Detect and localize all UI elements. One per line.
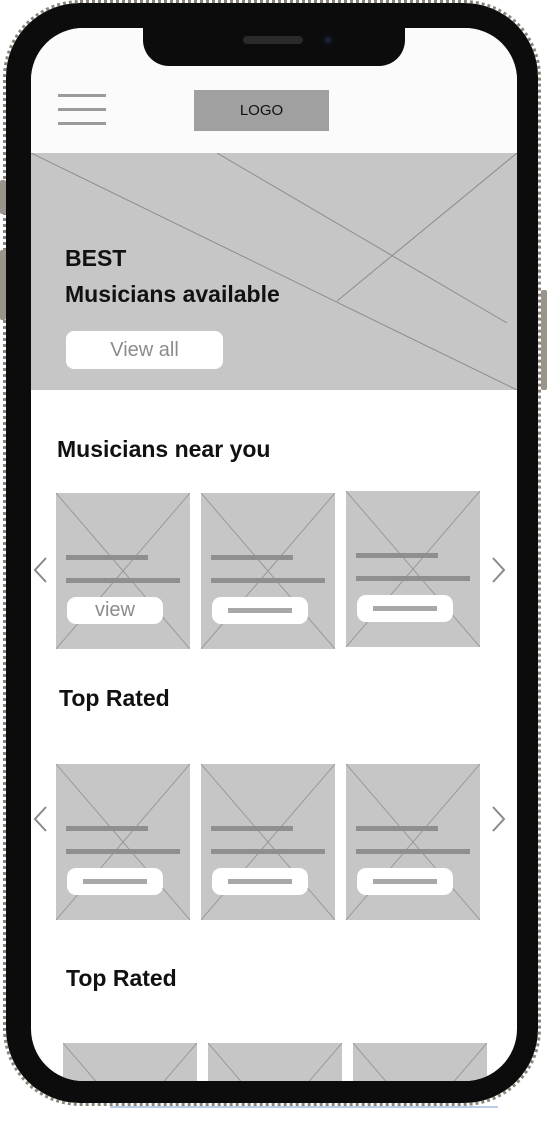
home-indicator — [110, 1106, 498, 1108]
image-placeholder-icon — [346, 764, 480, 920]
musician-card[interactable] — [201, 493, 335, 649]
image-placeholder-icon — [56, 764, 190, 920]
musician-card[interactable] — [201, 764, 335, 920]
view-button-label: view — [94, 599, 135, 621]
view-button[interactable]: view — [67, 597, 163, 624]
musician-card[interactable] — [346, 764, 480, 920]
card-button[interactable] — [357, 595, 453, 622]
musician-card[interactable] — [56, 764, 190, 920]
hero-title-line1: BEST — [65, 245, 127, 271]
section-title-near-you: Musicians near you — [57, 436, 271, 462]
section-title-top-rated: Top Rated — [59, 685, 170, 711]
card-button[interactable] — [212, 597, 308, 624]
image-placeholder-icon — [63, 1043, 197, 1081]
musician-card[interactable]: view — [56, 493, 190, 649]
image-placeholder-icon — [56, 493, 190, 649]
musician-card[interactable] — [208, 1043, 342, 1081]
musician-card[interactable] — [346, 491, 480, 647]
chevron-left-icon[interactable] — [32, 556, 50, 584]
view-all-button[interactable]: View all — [66, 331, 223, 369]
image-placeholder-icon — [346, 491, 480, 647]
camera-icon — [322, 34, 334, 46]
image-placeholder-icon — [353, 1043, 487, 1081]
musician-card[interactable] — [63, 1043, 197, 1081]
hamburger-icon[interactable] — [58, 94, 106, 126]
chevron-left-icon[interactable] — [32, 805, 50, 833]
chevron-right-icon[interactable] — [489, 556, 507, 584]
section-title-top-rated-2: Top Rated — [66, 965, 177, 991]
image-placeholder-icon — [208, 1043, 342, 1081]
side-button-left-bottom — [0, 250, 6, 320]
side-button-right — [541, 290, 547, 390]
musician-card[interactable] — [353, 1043, 487, 1081]
card-button[interactable] — [212, 868, 308, 895]
side-button-left-top — [0, 180, 6, 214]
card-button[interactable] — [67, 868, 163, 895]
chevron-right-icon[interactable] — [489, 805, 507, 833]
speaker-grille — [243, 36, 303, 44]
hero-title-line2: Musicians available — [65, 281, 280, 307]
logo[interactable]: LOGO — [194, 90, 329, 131]
screen: LOGO BEST Musicians available View all M… — [31, 28, 517, 1081]
card-button[interactable] — [357, 868, 453, 895]
image-placeholder-icon — [201, 493, 335, 649]
image-placeholder-icon — [201, 764, 335, 920]
hero-banner: BEST Musicians available View all — [31, 153, 517, 390]
phone-notch — [143, 16, 405, 66]
